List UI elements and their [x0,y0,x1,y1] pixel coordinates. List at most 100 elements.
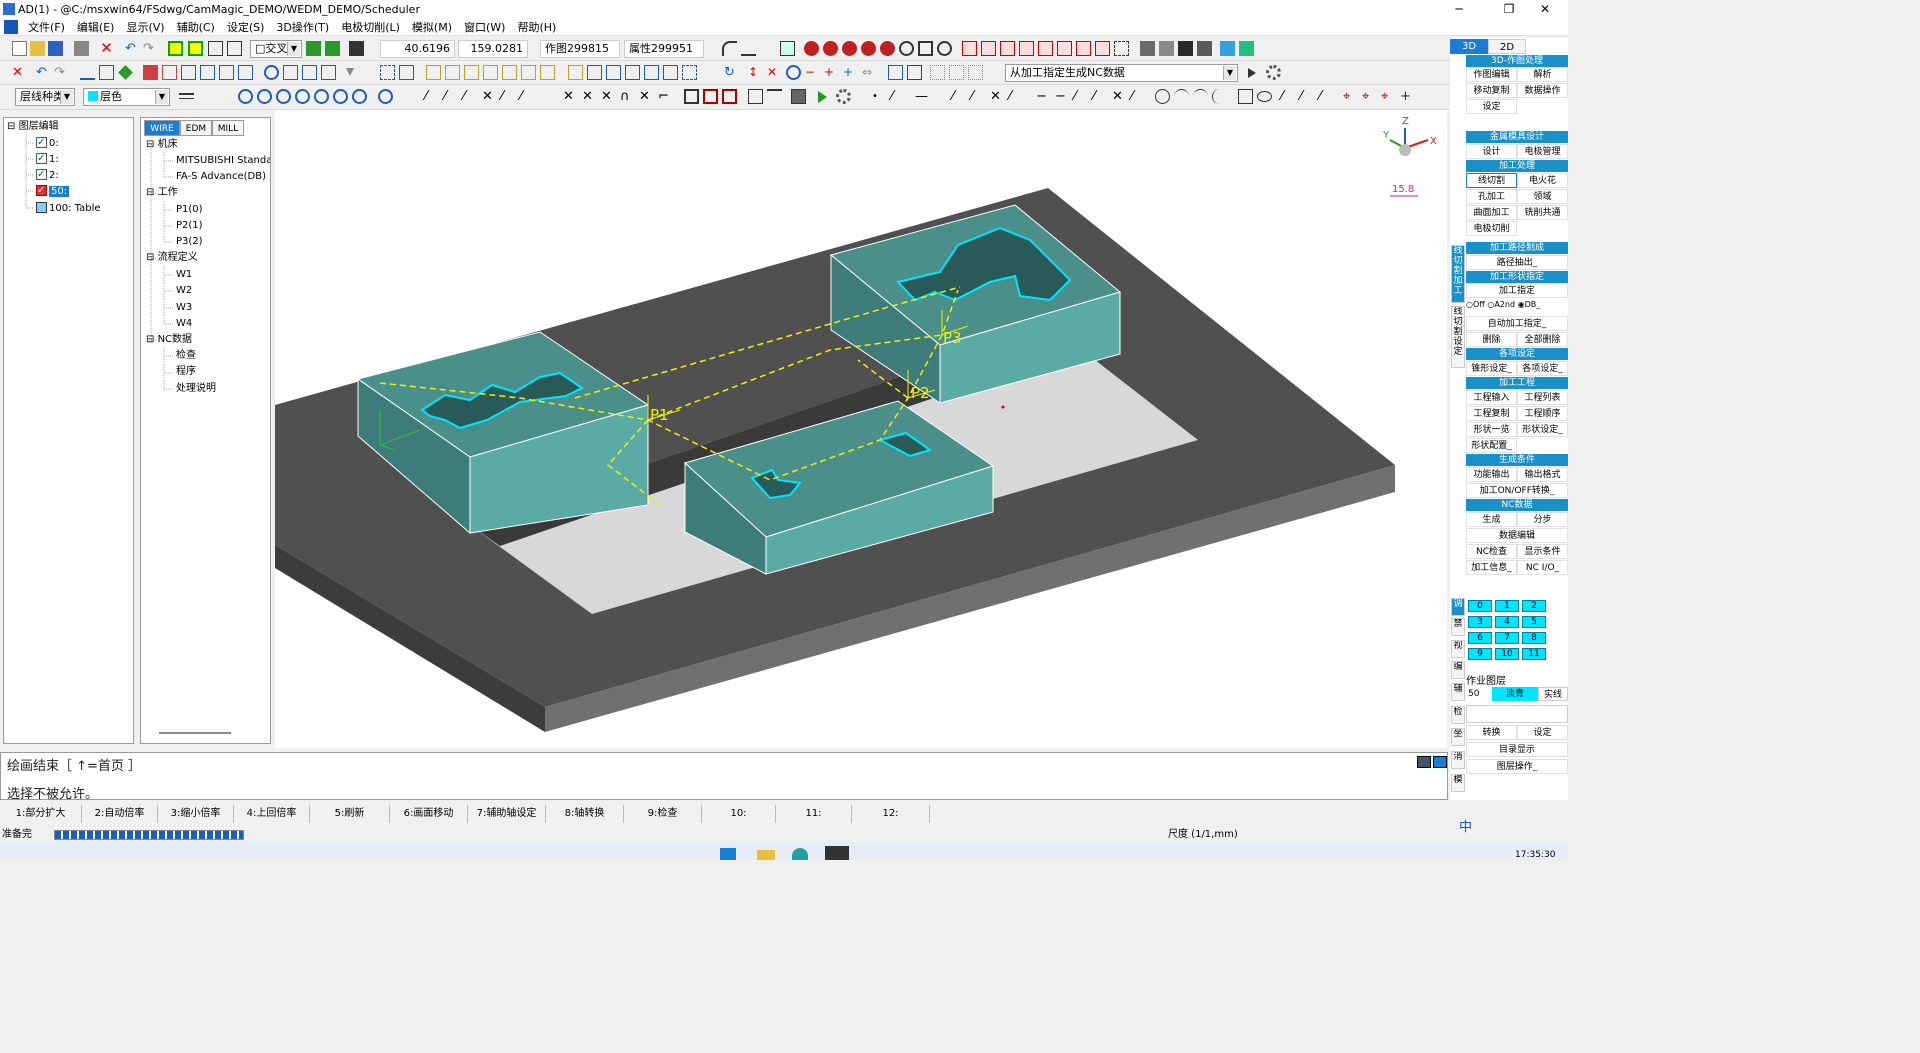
line-h-icon[interactable]: ⁄ [1093,89,1108,104]
draw-line-3-icon[interactable]: ⁄ [463,89,478,104]
line-a-icon[interactable]: ⁄ [952,89,967,104]
vtab-check[interactable]: 检 [1451,706,1465,724]
save-icon[interactable] [48,41,63,56]
draw-table-icon[interactable] [791,89,806,104]
crosshair-2-icon[interactable]: ⌖ [1362,89,1377,104]
edit-5-icon[interactable] [238,65,253,80]
target-icon[interactable] [937,41,952,56]
btn-delete[interactable]: 删除 [1466,332,1517,347]
radio-db[interactable]: ◉DB_ [1518,300,1541,309]
fkey-2[interactable]: 2:自动倍率 [82,805,158,823]
draw-tool-1-icon[interactable]: ✕ [563,89,578,104]
copy-icon[interactable] [99,65,114,80]
table-icon[interactable] [380,65,395,80]
btn-shape-setting[interactable]: 形状设定_ [1517,422,1568,437]
poly-1-icon[interactable]: ⁄ [1281,89,1296,104]
line-e-icon[interactable]: − [1036,89,1051,104]
stack-icon[interactable] [741,41,756,56]
snap-6-icon[interactable] [521,65,536,80]
grid-icon[interactable] [1114,41,1129,56]
tree-node-w2[interactable]: W2 [176,283,192,299]
btn-dir-display[interactable]: 目录显示 [1466,742,1568,757]
solid-red-4-icon[interactable] [861,41,876,56]
line-c-icon[interactable]: ✕ [990,89,1005,104]
line-style-icon[interactable] [179,93,194,99]
draw-tool-4-icon[interactable]: ∩ [620,89,635,104]
arc-3-icon[interactable] [1212,89,1227,104]
edit-1-icon[interactable] [162,65,177,80]
btn-data-operation[interactable]: 数据操作 [1517,83,1568,98]
zoom-in-icon[interactable] [238,89,253,104]
undo-2-icon[interactable]: ↶ [36,65,51,80]
mode-select[interactable]: □交叉 ▼ [250,40,302,58]
tool-6-icon[interactable] [663,65,678,80]
edit-4-icon[interactable] [219,65,234,80]
vtab-adjust[interactable]: 调 [1451,598,1465,616]
btn-data-edit[interactable]: 数据编辑 [1466,528,1568,543]
settings-gear-icon[interactable] [836,89,851,104]
vtab-coord[interactable]: 坐 [1451,728,1465,746]
line-b-icon[interactable]: ⁄ [971,89,986,104]
zoom-fit-icon[interactable] [918,41,933,56]
tool-7-icon[interactable] [682,65,697,80]
zoom-next-icon[interactable] [333,89,348,104]
redo-icon[interactable]: ↷ [143,41,158,56]
fkey-8[interactable]: 8:轴转换 [546,805,624,823]
cut-7-icon[interactable]: ⇔ [862,65,877,80]
btn-design[interactable]: 设计 [1466,144,1517,159]
cut-4-icon[interactable]: − [805,65,820,80]
btn-layer-operation[interactable]: 图层操作_ [1466,759,1568,774]
draw-line-4-icon[interactable]: ⁄ [501,89,516,104]
cube-7-icon[interactable] [1076,41,1091,56]
crosshair-1-icon[interactable]: ⌖ [1343,89,1358,104]
cube-6-icon[interactable] [1057,41,1072,56]
line-i-icon[interactable]: ✕ [1112,89,1127,104]
cut-8-icon[interactable] [888,65,903,80]
3d-model-canvas[interactable]: P1 P2 P3 Z X Y 15.8 [275,110,1447,748]
draw-line-2-icon[interactable]: ⁄ [444,89,459,104]
draw-x-icon[interactable]: ✕ [482,89,497,104]
menu-3d[interactable]: 3D操作(T) [270,19,335,35]
magnify-4-icon[interactable] [321,65,336,80]
btn-surface[interactable]: 曲面加工 [1466,205,1517,220]
menu-settings[interactable]: 设定(S) [221,19,271,35]
point-icon[interactable]: • [872,89,887,104]
open-folder-icon[interactable] [30,41,45,56]
snap-1-icon[interactable] [426,65,441,80]
layer-num-2[interactable]: 2 [1522,600,1546,612]
tree-icon[interactable] [208,41,223,56]
grid-select-icon[interactable] [168,41,183,56]
poly-3-icon[interactable]: ⁄ [1319,89,1334,104]
btn-function-output[interactable]: 功能输出 [1466,467,1517,482]
btn-process-input[interactable]: 工程输入 [1466,390,1517,405]
tool-3-icon[interactable] [606,65,621,80]
layer-num-3[interactable]: 3 [1468,616,1492,628]
tree-node-p1[interactable]: P1(0) [176,202,203,218]
undo-icon[interactable]: ↶ [125,41,140,56]
btn-step[interactable]: 分步 [1517,512,1568,527]
cube-2-icon[interactable] [981,41,996,56]
draw-line-5-icon[interactable]: ⁄ [520,89,535,104]
btn-wire-cut[interactable]: 线切割 [1466,173,1517,188]
layer-num-1[interactable]: 1 [1495,600,1519,612]
edit-2-icon[interactable] [181,65,196,80]
view-side-icon[interactable] [1178,41,1193,56]
draw-tool-3-icon[interactable]: ✕ [601,89,616,104]
app-menu-icon[interactable] [4,19,18,34]
btn-process-order[interactable]: 工程顺序 [1517,406,1568,421]
network-icon[interactable] [1433,756,1447,768]
btn-move-copy[interactable]: 移动复制 [1466,83,1517,98]
fkey-9[interactable]: 9:检查 [624,805,702,823]
edit-3-icon[interactable] [200,65,215,80]
fkey-7[interactable]: 7:辅助轴设定 [468,805,546,823]
triangle-icon[interactable] [80,65,95,80]
cube-1-icon[interactable] [962,41,977,56]
vtab-wire-setting[interactable]: 线切割设定 [1451,306,1465,368]
tab-3d[interactable]: 3D [1450,39,1488,54]
btn-process-info[interactable]: 加工信息_ [1466,560,1517,575]
arc-2-icon[interactable] [1193,89,1208,104]
btn-electrode-manage[interactable]: 电极管理 [1517,144,1568,159]
btn-taper-setting[interactable]: 锥形设定_ [1466,361,1517,376]
play-icon[interactable] [818,91,827,103]
cut-2-icon[interactable]: ✕ [767,65,782,80]
